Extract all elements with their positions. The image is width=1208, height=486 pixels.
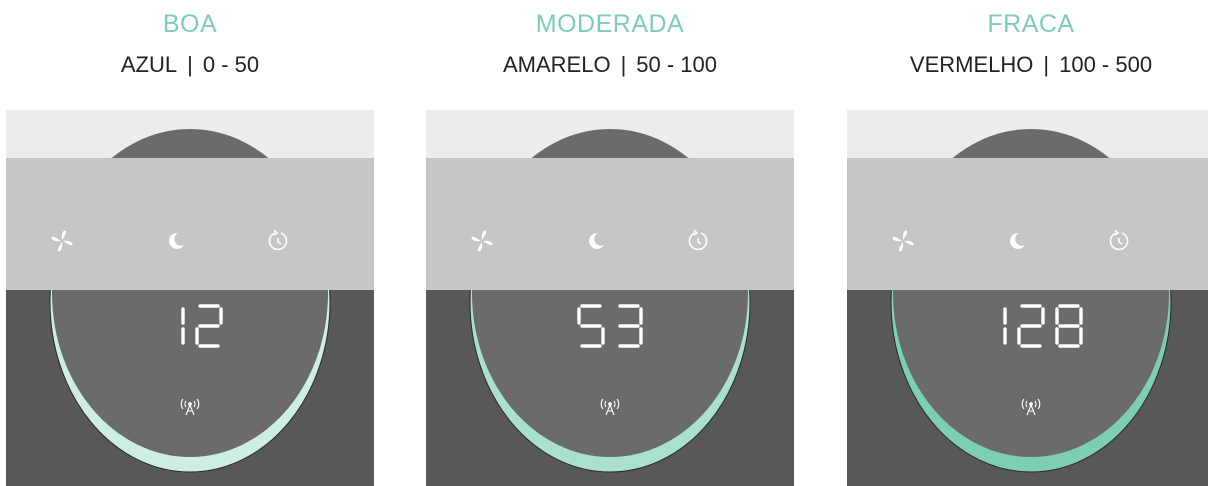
aqi-range: 50 - 100: [636, 52, 718, 77]
device-panel-illustration: [426, 110, 794, 486]
color-name: AZUL: [120, 52, 178, 77]
separator: |: [1043, 52, 1050, 77]
device-panel: 53: [426, 110, 794, 486]
level-subtitle: VERMELHO | 100 - 500: [847, 52, 1208, 78]
color-name: AMARELO: [502, 52, 611, 77]
control-band: [6, 158, 374, 290]
aqi-range: 0 - 50: [202, 52, 260, 77]
air-quality-level-0: BOA AZUL | 0 - 50 12: [6, 0, 374, 486]
device-panel-illustration: [6, 110, 374, 486]
device-panel-illustration: [847, 110, 1208, 486]
air-quality-level-2: FRACA VERMELHO | 100 - 500 128: [847, 0, 1208, 486]
level-title: MODERADA: [535, 10, 685, 38]
control-band: [426, 158, 794, 290]
color-name: VERMELHO: [909, 52, 1034, 77]
level-title: BOA: [162, 10, 218, 38]
separator: |: [187, 52, 193, 77]
level-subtitle: AZUL | 0 - 50: [6, 52, 374, 78]
control-band: [847, 158, 1208, 290]
level-subtitle: AMARELO | 50 - 100: [426, 52, 794, 78]
separator: |: [620, 52, 627, 77]
level-title: FRACA: [987, 10, 1075, 38]
air-quality-level-1: MODERADA AMARELO | 50 - 100 53: [426, 0, 794, 486]
device-panel: 128: [847, 110, 1208, 486]
device-panel: 12: [6, 110, 374, 486]
aqi-range: 100 - 500: [1059, 52, 1153, 77]
